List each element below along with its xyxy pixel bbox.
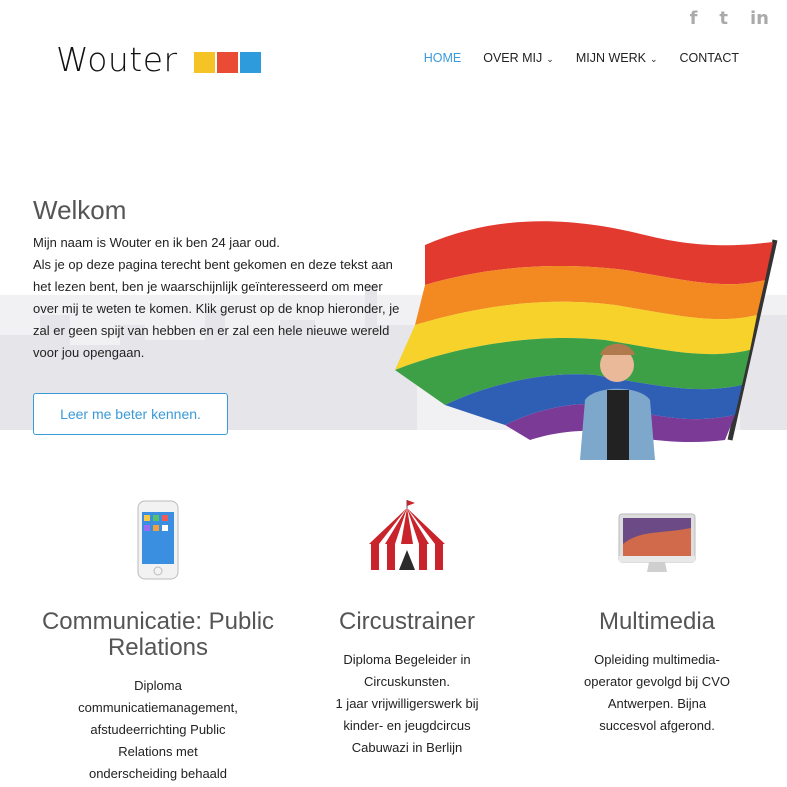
- intro-line: zal er geen spijt van hebben en er zal e…: [33, 323, 390, 338]
- chevron-down-icon: ⌄: [546, 54, 554, 64]
- intro-line: voor jou opengaan.: [33, 345, 145, 360]
- rainbow-flag-image: [395, 221, 778, 460]
- feature-title-line: Circustrainer: [338, 608, 476, 635]
- logo-squares: [193, 52, 261, 73]
- chevron-down-icon: ⌄: [649, 54, 658, 64]
- linkedin-icon[interactable]: in: [750, 8, 769, 29]
- feature-desc-line: succesvol afgerond.: [599, 718, 715, 733]
- intro-line: Mijn naam is Wouter en ik ben 24 jaar ou…: [33, 235, 280, 250]
- intro-line: het lezen bent, ben je waarschijnlijk ge…: [33, 279, 383, 294]
- feature-desc-line: afstudeerrichting Public: [90, 722, 226, 737]
- feature-desc-line: communicatiemanagement,: [78, 700, 238, 715]
- feature-title-line: Communicatie: Public: [41, 608, 275, 635]
- intro-text: Mijn naam is Wouter en ik ben 24 jaar ou…: [33, 232, 405, 364]
- feature-desc-line: Circuskunsten.: [364, 674, 450, 689]
- nav-work[interactable]: MIJN WERK ⌄: [576, 51, 658, 65]
- feature-desc-line: Diploma Begeleider in: [343, 652, 471, 667]
- feature-title: Multimedia: [537, 609, 777, 635]
- nav-about[interactable]: OVER MIJ ⌄: [483, 51, 554, 65]
- feature-title-line: Relations: [107, 634, 209, 661]
- hero-section: Welkom Mijn naam is Wouter en ik ben 24 …: [0, 110, 787, 460]
- feature-description: Diploma Begeleider in Circuskunsten. 1 j…: [287, 649, 527, 759]
- feature-multimedia: Multimedia Opleiding multimedia- operato…: [537, 500, 777, 737]
- feature-desc-line: operator gevolgd bij CVO: [584, 674, 730, 689]
- feature-desc-line: Relations met: [118, 744, 198, 759]
- feature-desc-line: Antwerpen. Bijna: [607, 696, 707, 711]
- nav-contact[interactable]: CONTACT: [680, 51, 740, 65]
- feature-description: Diploma communicatiemanagement, afstudee…: [37, 675, 279, 785]
- feature-desc-line: 1 jaar vrijwilligerswerk bij: [335, 696, 479, 711]
- feature-title-line: Multimedia: [598, 608, 716, 635]
- learn-more-button[interactable]: Leer me beter kennen.: [33, 393, 228, 435]
- twitter-icon[interactable]: t: [719, 8, 728, 29]
- nav-home[interactable]: HOME: [424, 51, 462, 65]
- social-links: f t in: [690, 8, 769, 29]
- feature-title: Communicatie: Public Relations: [37, 609, 279, 661]
- imac-icon: [618, 513, 696, 572]
- feature-communication: Communicatie: Public Relations Diploma c…: [37, 500, 279, 785]
- logo-square-red: [216, 52, 238, 73]
- logo-square-yellow: [193, 52, 215, 73]
- feature-desc-line: Diploma: [134, 678, 182, 693]
- logo-square-blue: [239, 52, 261, 73]
- feature-desc-line: kinder- en jeugdcircus: [343, 718, 471, 733]
- main-nav: HOME OVER MIJ ⌄ MIJN WERK ⌄ CONTACT: [424, 51, 739, 65]
- circus-tent-icon: [369, 500, 445, 570]
- facebook-icon[interactable]: f: [690, 8, 698, 29]
- feature-desc-line: Cabuwazi in Berlijn: [351, 740, 463, 755]
- welcome-heading: Welkom: [33, 195, 127, 226]
- intro-line: over mij te weten te komen. Klik gerust …: [33, 301, 400, 316]
- nav-work-label: MIJN WERK: [575, 51, 646, 65]
- feature-desc-line: Opleiding multimedia-: [594, 652, 720, 667]
- intro-line: Als je op deze pagina terecht bent gekom…: [33, 257, 393, 272]
- iphone-icon: [137, 500, 179, 580]
- feature-title: Circustrainer: [287, 609, 527, 635]
- nav-about-label: OVER MIJ: [483, 51, 543, 65]
- site-logo[interactable]: Wouter: [56, 40, 261, 79]
- logo-text: Wouter: [56, 40, 178, 79]
- feature-circus: Circustrainer Diploma Begeleider in Circ…: [287, 500, 527, 759]
- feature-desc-line: onderscheiding behaald: [88, 766, 228, 781]
- feature-description: Opleiding multimedia- operator gevolgd b…: [537, 649, 777, 737]
